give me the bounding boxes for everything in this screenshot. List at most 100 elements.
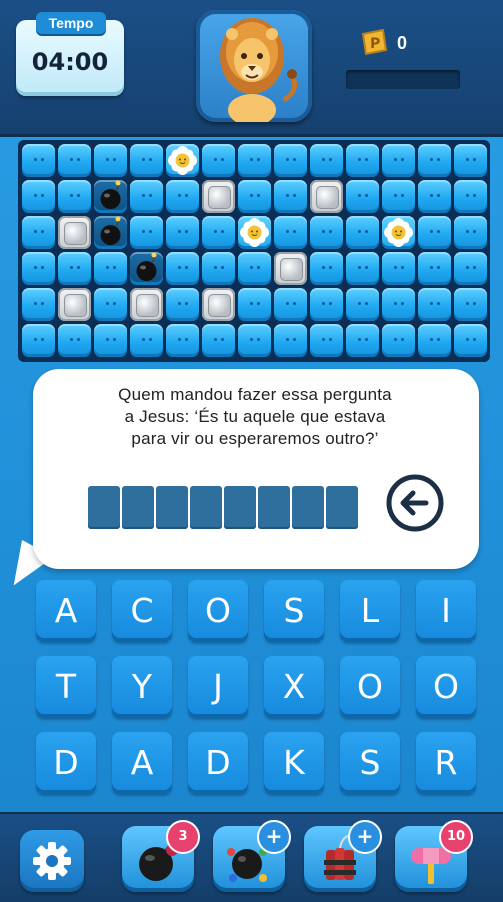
blue-cube-tile[interactable] <box>309 287 343 321</box>
answer-slot[interactable] <box>292 486 324 529</box>
dynamite-powerup[interactable]: + <box>304 820 382 892</box>
blue-cube-tile[interactable] <box>57 251 91 285</box>
blue-cube-tile[interactable] <box>381 251 415 285</box>
blue-cube-tile[interactable] <box>165 179 199 213</box>
blue-cube-tile[interactable] <box>345 251 379 285</box>
bomb-powerup[interactable]: 3 <box>122 820 200 892</box>
letter-key-y[interactable]: Y <box>112 656 172 718</box>
blue-cube-tile[interactable] <box>453 251 487 285</box>
letter-key-r[interactable]: R <box>416 732 476 794</box>
ice-block-tile[interactable] <box>309 179 343 213</box>
blue-cube-tile[interactable] <box>21 143 55 177</box>
blue-cube-tile[interactable] <box>381 287 415 321</box>
letter-key-s[interactable]: S <box>264 580 324 642</box>
backspace-button[interactable] <box>386 474 444 532</box>
ice-block-tile[interactable] <box>57 287 91 321</box>
blue-cube-tile[interactable] <box>381 179 415 213</box>
blue-cube-tile[interactable] <box>201 251 235 285</box>
settings-button[interactable] <box>20 830 84 892</box>
blue-cube-tile[interactable] <box>453 323 487 357</box>
answer-slot[interactable] <box>122 486 154 529</box>
ice-block-tile[interactable] <box>201 179 235 213</box>
blue-cube-tile[interactable] <box>345 287 379 321</box>
blue-cube-tile[interactable] <box>129 215 163 249</box>
blue-cube-tile[interactable] <box>165 251 199 285</box>
blue-cube-tile[interactable] <box>237 179 271 213</box>
ice-block-tile[interactable] <box>57 215 91 249</box>
blue-cube-tile[interactable] <box>453 215 487 249</box>
letter-key-i[interactable]: I <box>416 580 476 642</box>
answer-slot[interactable] <box>88 486 120 529</box>
blue-cube-tile[interactable] <box>381 323 415 357</box>
blue-cube-tile[interactable] <box>93 287 127 321</box>
hammer-powerup[interactable]: 10 <box>395 820 473 892</box>
answer-slot[interactable] <box>258 486 290 529</box>
letter-key-x[interactable]: X <box>264 656 324 718</box>
bomb-tile[interactable] <box>129 251 163 285</box>
blue-cube-tile[interactable] <box>129 323 163 357</box>
blue-cube-tile[interactable] <box>93 323 127 357</box>
answer-slot[interactable] <box>156 486 188 529</box>
blue-cube-tile[interactable] <box>453 179 487 213</box>
letter-key-s[interactable]: S <box>340 732 400 794</box>
letter-key-t[interactable]: T <box>36 656 96 718</box>
blue-cube-tile[interactable] <box>93 143 127 177</box>
blue-cube-tile[interactable] <box>309 143 343 177</box>
blue-cube-tile[interactable] <box>237 323 271 357</box>
blue-cube-tile[interactable] <box>237 287 271 321</box>
flower-tile[interactable] <box>381 215 415 249</box>
blue-cube-tile[interactable] <box>201 323 235 357</box>
ice-block-tile[interactable] <box>201 287 235 321</box>
blue-cube-tile[interactable] <box>21 323 55 357</box>
blue-cube-tile[interactable] <box>309 323 343 357</box>
blue-cube-tile[interactable] <box>417 251 451 285</box>
blue-cube-tile[interactable] <box>129 143 163 177</box>
blue-cube-tile[interactable] <box>273 287 307 321</box>
letter-key-c[interactable]: C <box>112 580 172 642</box>
letter-key-k[interactable]: K <box>264 732 324 794</box>
blue-cube-tile[interactable] <box>345 323 379 357</box>
blue-cube-tile[interactable] <box>57 179 91 213</box>
blue-cube-tile[interactable] <box>417 323 451 357</box>
letter-key-a[interactable]: A <box>36 580 96 642</box>
blue-cube-tile[interactable] <box>273 215 307 249</box>
blue-cube-tile[interactable] <box>165 215 199 249</box>
blue-cube-tile[interactable] <box>165 323 199 357</box>
blue-cube-tile[interactable] <box>273 179 307 213</box>
blue-cube-tile[interactable] <box>345 143 379 177</box>
blue-cube-tile[interactable] <box>345 179 379 213</box>
letter-key-o[interactable]: O <box>340 656 400 718</box>
blue-cube-tile[interactable] <box>453 143 487 177</box>
blue-cube-tile[interactable] <box>417 287 451 321</box>
letter-key-o[interactable]: O <box>188 580 248 642</box>
blue-cube-tile[interactable] <box>201 215 235 249</box>
letter-key-o[interactable]: O <box>416 656 476 718</box>
ice-block-tile[interactable] <box>129 287 163 321</box>
letter-key-l[interactable]: L <box>340 580 400 642</box>
blue-cube-tile[interactable] <box>57 143 91 177</box>
multi-bomb-powerup[interactable]: + <box>213 820 291 892</box>
blue-cube-tile[interactable] <box>381 143 415 177</box>
letter-key-d[interactable]: D <box>36 732 96 794</box>
letter-key-a[interactable]: A <box>112 732 172 794</box>
blue-cube-tile[interactable] <box>21 251 55 285</box>
blue-cube-tile[interactable] <box>201 143 235 177</box>
blue-cube-tile[interactable] <box>93 251 127 285</box>
blue-cube-tile[interactable] <box>129 179 163 213</box>
ice-block-tile[interactable] <box>273 251 307 285</box>
bomb-tile[interactable] <box>93 215 127 249</box>
flower-tile[interactable] <box>237 215 271 249</box>
blue-cube-tile[interactable] <box>165 287 199 321</box>
answer-slot[interactable] <box>224 486 256 529</box>
blue-cube-tile[interactable] <box>237 251 271 285</box>
blue-cube-tile[interactable] <box>417 143 451 177</box>
blue-cube-tile[interactable] <box>237 143 271 177</box>
blue-cube-tile[interactable] <box>309 215 343 249</box>
blue-cube-tile[interactable] <box>21 287 55 321</box>
blue-cube-tile[interactable] <box>453 287 487 321</box>
blue-cube-tile[interactable] <box>57 323 91 357</box>
blue-cube-tile[interactable] <box>309 251 343 285</box>
answer-slot[interactable] <box>326 486 358 529</box>
flower-tile[interactable] <box>165 143 199 177</box>
letter-key-j[interactable]: J <box>188 656 248 718</box>
